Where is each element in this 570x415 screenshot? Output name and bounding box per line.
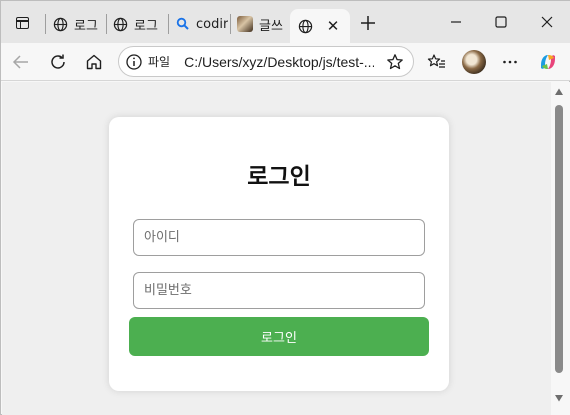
browser-window: 로그 로그 codir 글쓰 ✕ 파일 C:/Users/xyz/Desktop… <box>0 0 570 415</box>
tab-label: codir <box>196 16 228 32</box>
tab-3[interactable]: codir <box>176 9 228 39</box>
tab-separator <box>168 14 169 34</box>
globe-icon <box>53 17 68 31</box>
favorites-list-icon <box>427 54 445 68</box>
refresh-icon <box>51 54 65 69</box>
home-button[interactable] <box>80 48 108 76</box>
address-bar[interactable]: 파일 C:/Users/xyz/Desktop/js/test-... <box>118 46 414 77</box>
globe-icon <box>298 19 313 33</box>
refresh-button[interactable] <box>44 48 72 76</box>
home-icon <box>86 54 102 70</box>
tab-2[interactable]: 로그 <box>113 9 163 39</box>
navigation-toolbar: 파일 C:/Users/xyz/Desktop/js/test-... <box>1 43 570 81</box>
tab-actions-button[interactable] <box>9 10 35 36</box>
scheme-label: 파일 <box>148 55 171 69</box>
minimize-icon <box>451 21 461 23</box>
new-tab-button[interactable] <box>355 10 381 36</box>
page-title: 로그인 <box>247 164 311 190</box>
copilot-icon <box>541 55 555 69</box>
star-icon[interactable] <box>386 53 404 71</box>
login-card: 로그인 로그인 <box>109 117 449 391</box>
tab-separator <box>106 14 107 34</box>
scroll-up-icon[interactable] <box>554 87 564 97</box>
info-icon[interactable] <box>125 53 143 71</box>
scrollbar-thumb[interactable] <box>555 105 563 373</box>
copilot-button[interactable] <box>534 48 562 76</box>
tab-label: 글쓰 <box>259 18 283 34</box>
login-button[interactable]: 로그인 <box>129 317 429 356</box>
arrow-left-icon <box>12 55 28 69</box>
tab-active[interactable]: ✕ <box>290 9 350 43</box>
maximize-button[interactable] <box>486 9 516 35</box>
maximize-icon <box>495 16 507 28</box>
profile-avatar[interactable] <box>462 50 486 74</box>
tab-label: 로그 <box>134 18 158 34</box>
close-window-button[interactable] <box>532 9 562 35</box>
plus-icon <box>361 16 375 30</box>
close-icon <box>541 16 553 28</box>
username-input[interactable] <box>133 219 425 256</box>
more-icon <box>503 60 517 64</box>
tab-separator <box>230 14 231 34</box>
back-button[interactable] <box>7 48 35 76</box>
favorites-button[interactable] <box>423 48 451 76</box>
tab-label: 로그 <box>74 18 98 34</box>
password-input[interactable] <box>133 272 425 309</box>
search-icon <box>176 17 189 30</box>
tab-1[interactable]: 로그 <box>53 9 103 39</box>
tab-separator <box>45 14 46 34</box>
profile-photo-icon <box>237 16 253 32</box>
address-url[interactable]: C:/Users/xyz/Desktop/js/test-... <box>184 54 374 70</box>
globe-icon <box>113 17 128 31</box>
settings-more-button[interactable] <box>496 48 524 76</box>
tab-strip: 로그 로그 codir 글쓰 ✕ <box>1 1 570 43</box>
scroll-down-icon[interactable] <box>554 393 564 403</box>
tab-4[interactable]: 글쓰 <box>237 9 287 39</box>
minimize-button[interactable] <box>441 9 471 35</box>
close-tab-icon[interactable]: ✕ <box>325 17 341 35</box>
tab-actions-icon <box>15 17 29 29</box>
